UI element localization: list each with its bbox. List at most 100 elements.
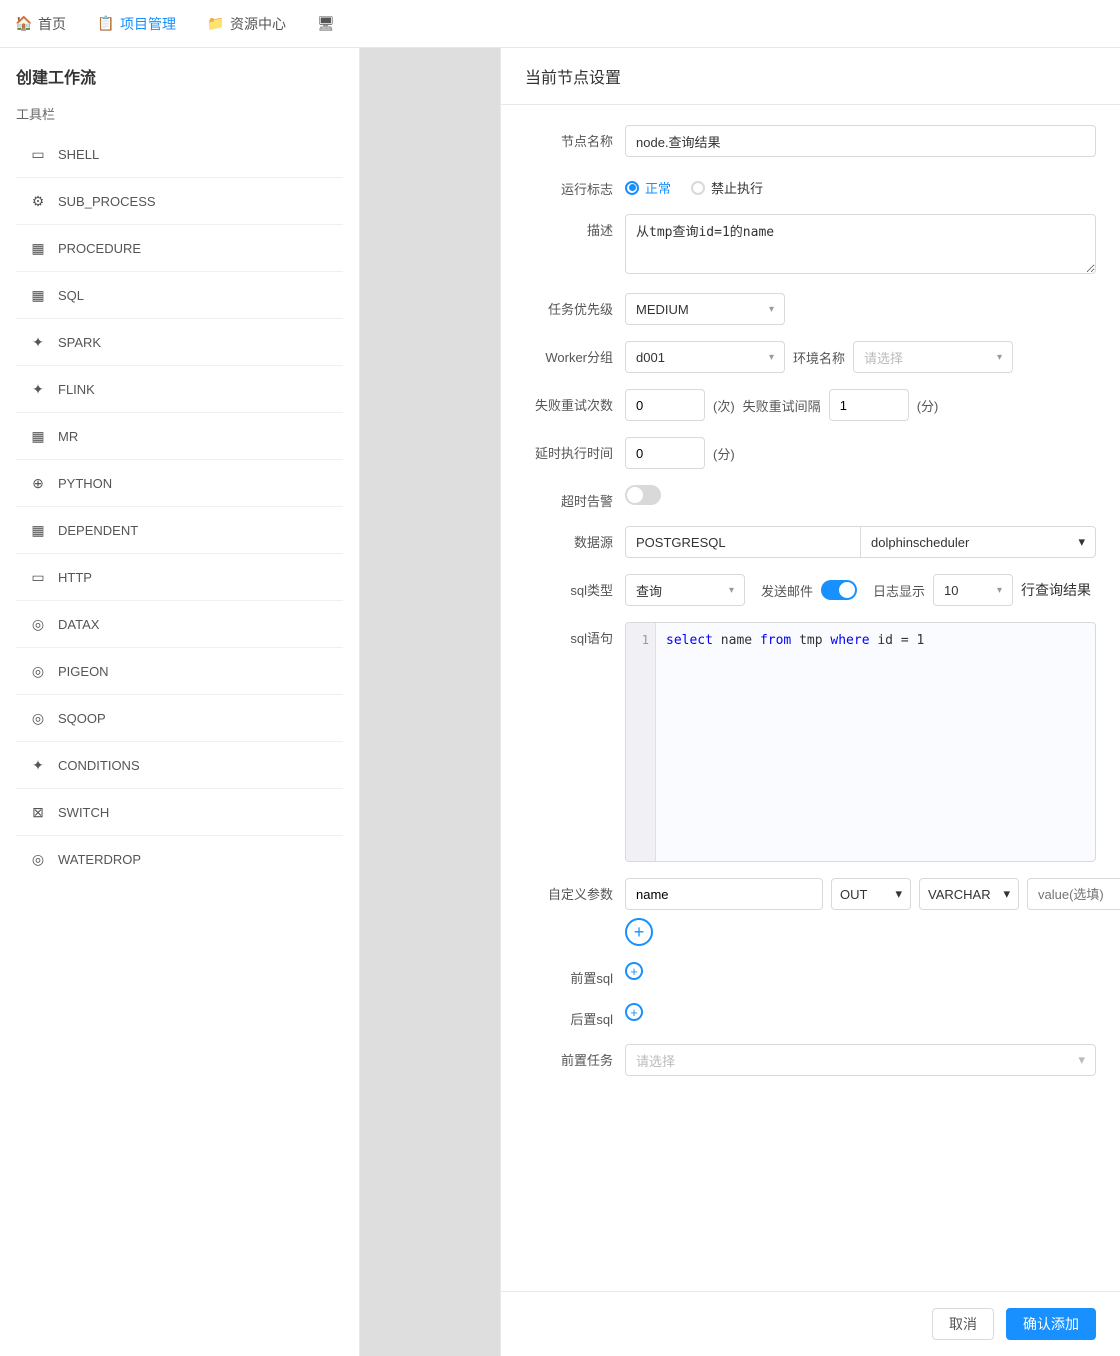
run-flag-normal[interactable]: 正常	[625, 178, 671, 197]
divider	[16, 647, 343, 648]
delay-control: (分)	[625, 437, 1096, 469]
sidebar-item-flink[interactable]: ✦ FLINK	[16, 370, 343, 408]
post-sql-add-row: +	[625, 1003, 1096, 1021]
retry-count-unit: (次)	[713, 396, 735, 415]
timeout-control	[625, 485, 1096, 505]
divider	[16, 506, 343, 507]
datasource-row: 数据源 POSTGRESQL dolphinscheduler ▾	[525, 526, 1096, 558]
worker-select[interactable]: d001 ▾	[625, 341, 785, 373]
desc-label: 描述	[525, 214, 625, 239]
sidebar-item-mr[interactable]: ▦ MR	[16, 417, 343, 455]
worker-env-row: Worker分组 d001 ▾ 环境名称 请选择 ▾	[525, 341, 1096, 373]
priority-select[interactable]: MEDIUM ▾	[625, 293, 785, 325]
priority-row: 任务优先级 MEDIUM ▾	[525, 293, 1096, 325]
log-display-suffix: 行查询结果	[1021, 580, 1091, 600]
sidebar-item-dependent[interactable]: ▦ DEPENDENT	[16, 511, 343, 549]
sidebar-item-sub-process[interactable]: ⚙ SUB_PROCESS	[16, 182, 343, 220]
param-direction-select[interactable]: OUT ▾	[831, 878, 911, 910]
switch-icon: ⊠	[28, 802, 48, 822]
retry-count-input[interactable]	[625, 389, 705, 421]
log-display-select[interactable]: 10 ▾	[933, 574, 1013, 606]
sidebar-item-sqoop[interactable]: ◎ SQOOP	[16, 699, 343, 737]
param-type-select[interactable]: VARCHAR ▾	[919, 878, 1019, 910]
nav-monitor[interactable]: 🖥	[318, 16, 334, 32]
nav-home[interactable]: 🏠 首页	[16, 14, 66, 34]
sidebar-item-procedure[interactable]: ▦ PROCEDURE	[16, 229, 343, 267]
nav-resource[interactable]: 📁 资源中心	[208, 14, 286, 34]
canvas-overlay	[360, 48, 500, 1356]
sql-type-select[interactable]: 查询 ▾	[625, 574, 745, 606]
sidebar-item-spark[interactable]: ✦ SPARK	[16, 323, 343, 361]
line-numbers: 1	[626, 623, 656, 861]
sidebar-item-conditions[interactable]: ✦ CONDITIONS	[16, 746, 343, 784]
sql-type-row: 查询 ▾ 发送邮件 日志显示 10 ▾	[625, 574, 1096, 606]
pre-sql-control: +	[625, 962, 1096, 980]
param-type-value: VARCHAR	[928, 887, 991, 902]
procedure-icon: ▦	[28, 238, 48, 258]
param-name-input[interactable]	[625, 878, 823, 910]
canvas-area[interactable]: 🗄 61149385	[360, 48, 500, 1356]
sidebar-item-python[interactable]: ⊕ PYTHON	[16, 464, 343, 502]
sidebar-item-waterdrop[interactable]: ◎ WATERDROP	[16, 840, 343, 878]
send-mail-toggle[interactable]	[821, 580, 857, 600]
sidebar-item-shell[interactable]: ▭ SHELL	[16, 135, 343, 173]
env-select[interactable]: 请选择 ▾	[853, 341, 1013, 373]
divider	[16, 271, 343, 272]
desc-control: 从tmp查询id=1的name	[625, 214, 1096, 277]
spark-icon: ✦	[28, 332, 48, 352]
pre-task-row: 前置任务 请选择 ▾	[525, 1044, 1096, 1076]
pre-task-label: 前置任务	[525, 1044, 625, 1069]
sidebar-item-datax[interactable]: ◎ DATAX	[16, 605, 343, 643]
env-placeholder: 请选择	[864, 348, 903, 367]
sidebar-item-pigeon[interactable]: ◎ PIGEON	[16, 652, 343, 690]
run-flag-normal-label: 正常	[645, 178, 671, 197]
confirm-button[interactable]: 确认添加	[1006, 1308, 1096, 1340]
sidebar-item-switch[interactable]: ⊠ SWITCH	[16, 793, 343, 831]
post-sql-add-button[interactable]: +	[625, 1003, 643, 1021]
dependent-icon: ▦	[28, 520, 48, 540]
pre-task-select[interactable]: 请选择 ▾	[625, 1044, 1096, 1076]
datasource-type[interactable]: POSTGRESQL	[625, 526, 861, 558]
retry-interval-unit: (分)	[917, 396, 939, 415]
sql-stmt-row: sql语句 1 select name from tmp where id = …	[525, 622, 1096, 862]
retry-interval-input[interactable]	[829, 389, 909, 421]
retry-row: 失败重试次数 (次) 失败重试间隔 (分)	[525, 389, 1096, 421]
delay-unit: (分)	[713, 444, 735, 463]
delay-input[interactable]	[625, 437, 705, 469]
desc-input[interactable]: 从tmp查询id=1的name	[625, 214, 1096, 274]
sqoop-icon: ◎	[28, 708, 48, 728]
timeout-toggle[interactable]	[625, 485, 661, 505]
run-flag-disable-label: 禁止执行	[711, 178, 763, 197]
conditions-icon: ✦	[28, 755, 48, 775]
main-layout: 创建工作流 工具栏 ▭ SHELL ⚙ SUB_PROCESS ▦ PROCED…	[0, 48, 1120, 1356]
monitor-icon: 🖥	[318, 16, 334, 32]
datasource-label: 数据源	[525, 526, 625, 551]
divider	[16, 741, 343, 742]
flink-icon: ✦	[28, 379, 48, 399]
datasource-type-value: POSTGRESQL	[636, 535, 726, 550]
divider	[16, 694, 343, 695]
run-flag-disable[interactable]: 禁止执行	[691, 178, 763, 197]
param-value-input[interactable]	[1027, 878, 1120, 910]
datasource-name[interactable]: dolphinscheduler ▾	[861, 526, 1096, 558]
worker-chevron: ▾	[769, 352, 774, 363]
sidebar-item-http[interactable]: ▭ HTTP	[16, 558, 343, 596]
sidebar-item-sql[interactable]: ▦ SQL	[16, 276, 343, 314]
priority-label: 任务优先级	[525, 293, 625, 318]
retry-count-label: 失败重试次数	[525, 389, 625, 414]
priority-value: MEDIUM	[636, 302, 689, 317]
nav-project[interactable]: 📋 项目管理	[98, 14, 176, 34]
right-panel: 当前节点设置 节点名称 运行标志 正常	[500, 48, 1120, 1356]
sql-icon: ▦	[28, 285, 48, 305]
node-name-label: 节点名称	[525, 125, 625, 150]
resource-icon: 📁	[208, 16, 224, 32]
sql-code-editor[interactable]: 1 select name from tmp where id = 1	[625, 622, 1096, 862]
add-param-button[interactable]: +	[625, 918, 653, 946]
node-name-input[interactable]	[625, 125, 1096, 157]
sql-code-content[interactable]: select name from tmp where id = 1	[656, 623, 1095, 861]
tool-list: ▭ SHELL ⚙ SUB_PROCESS ▦ PROCEDURE ▦ SQL …	[16, 135, 343, 878]
cancel-button[interactable]: 取消	[932, 1308, 994, 1340]
pre-sql-add-button[interactable]: +	[625, 962, 643, 980]
param-type-chevron: ▾	[1003, 886, 1010, 902]
shell-icon: ▭	[28, 144, 48, 164]
